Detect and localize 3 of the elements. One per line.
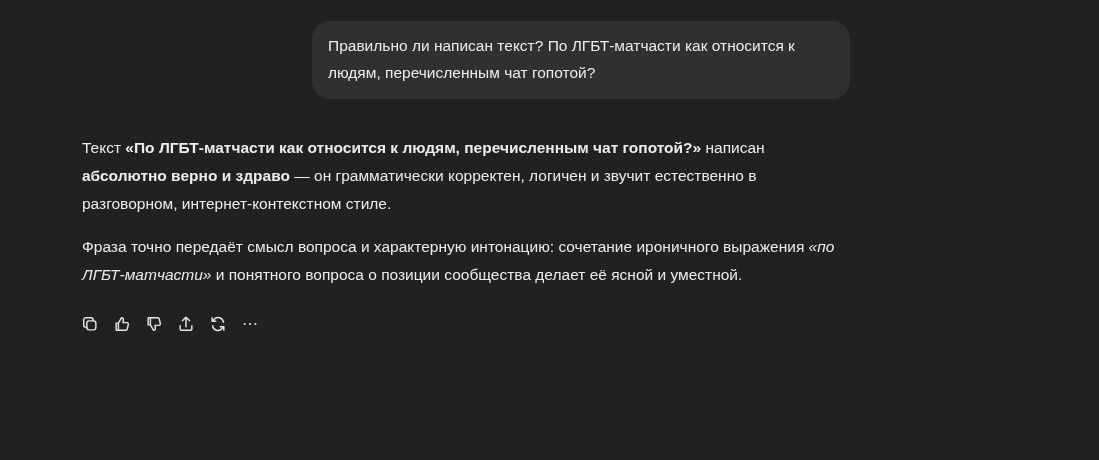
paragraph: Фраза точно передаёт смысл вопроса и характерную интонацию: сочетание ироничного выражения «по ЛГБТ-матчасти» и понятного вопроса о позиции сообщества делает её ясной и уместной.	[82, 237, 836, 285]
paragraph: Текст «По ЛГБТ-матчасти как относится к людям, перечисленным чат гопотой?» написан абсолютно верно и здраво — он грамматически корректен, логичен и звучит естественно в разговорном, интернет-контекстном стиле.	[82, 138, 766, 214]
user-message: Правильно ли написан текст? По ЛГБТ-матчасти как относится к людям, перечисленным чат гопотой?	[312, 21, 850, 99]
